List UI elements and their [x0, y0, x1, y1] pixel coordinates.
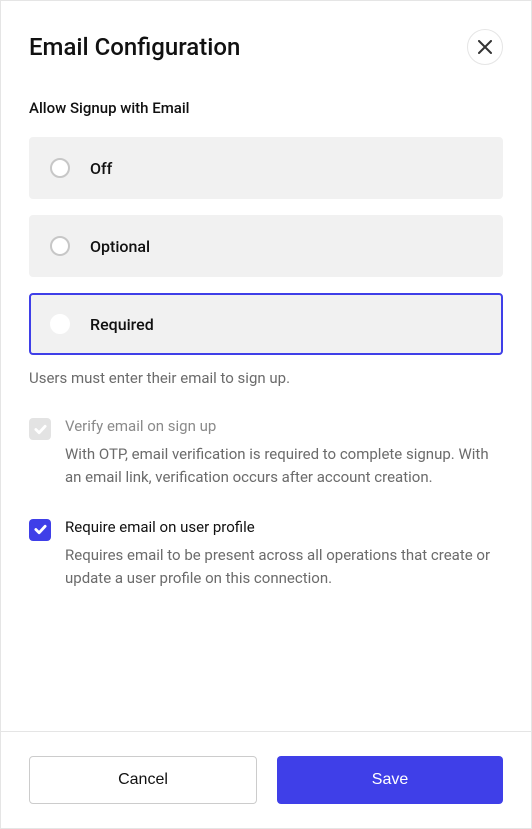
signup-radio-group: Off Optional Required	[29, 137, 503, 355]
radio-icon	[50, 158, 70, 178]
radio-option-required[interactable]: Required	[29, 293, 503, 355]
dialog-header: Email Configuration	[29, 29, 503, 65]
cancel-button[interactable]: Cancel	[29, 756, 257, 804]
section-label: Allow Signup with Email	[29, 99, 503, 117]
radio-option-optional[interactable]: Optional	[29, 215, 503, 277]
email-config-dialog: Email Configuration Allow Signup with Em…	[0, 0, 532, 829]
checkbox-description: Requires email to be present across all …	[65, 544, 503, 591]
checkbox-content: Verify email on sign up With OTP, email …	[65, 417, 503, 490]
checkbox-verify-email: Verify email on sign up With OTP, email …	[29, 417, 503, 490]
radio-label: Off	[90, 159, 112, 178]
dialog-content: Email Configuration Allow Signup with Em…	[1, 1, 531, 731]
radio-option-off[interactable]: Off	[29, 137, 503, 199]
checkbox-input-checked[interactable]	[29, 519, 51, 541]
checkbox-description: With OTP, email verification is required…	[65, 443, 503, 490]
close-button[interactable]	[467, 29, 503, 65]
checkbox-label: Verify email on sign up	[65, 417, 503, 435]
radio-icon	[50, 236, 70, 256]
checkbox-require-email[interactable]: Require email on user profile Requires e…	[29, 518, 503, 591]
radio-label: Optional	[90, 237, 150, 256]
checkbox-input-disabled	[29, 418, 51, 440]
save-button[interactable]: Save	[277, 756, 503, 804]
check-icon	[34, 423, 47, 436]
close-icon	[478, 40, 492, 54]
radio-label: Required	[90, 315, 154, 334]
radio-icon	[50, 314, 70, 334]
dialog-title: Email Configuration	[29, 33, 240, 61]
dialog-footer: Cancel Save	[1, 731, 531, 828]
help-text: Users must enter their email to sign up.	[29, 369, 503, 387]
check-icon	[34, 523, 47, 536]
checkbox-label: Require email on user profile	[65, 518, 503, 536]
checkbox-content: Require email on user profile Requires e…	[65, 518, 503, 591]
